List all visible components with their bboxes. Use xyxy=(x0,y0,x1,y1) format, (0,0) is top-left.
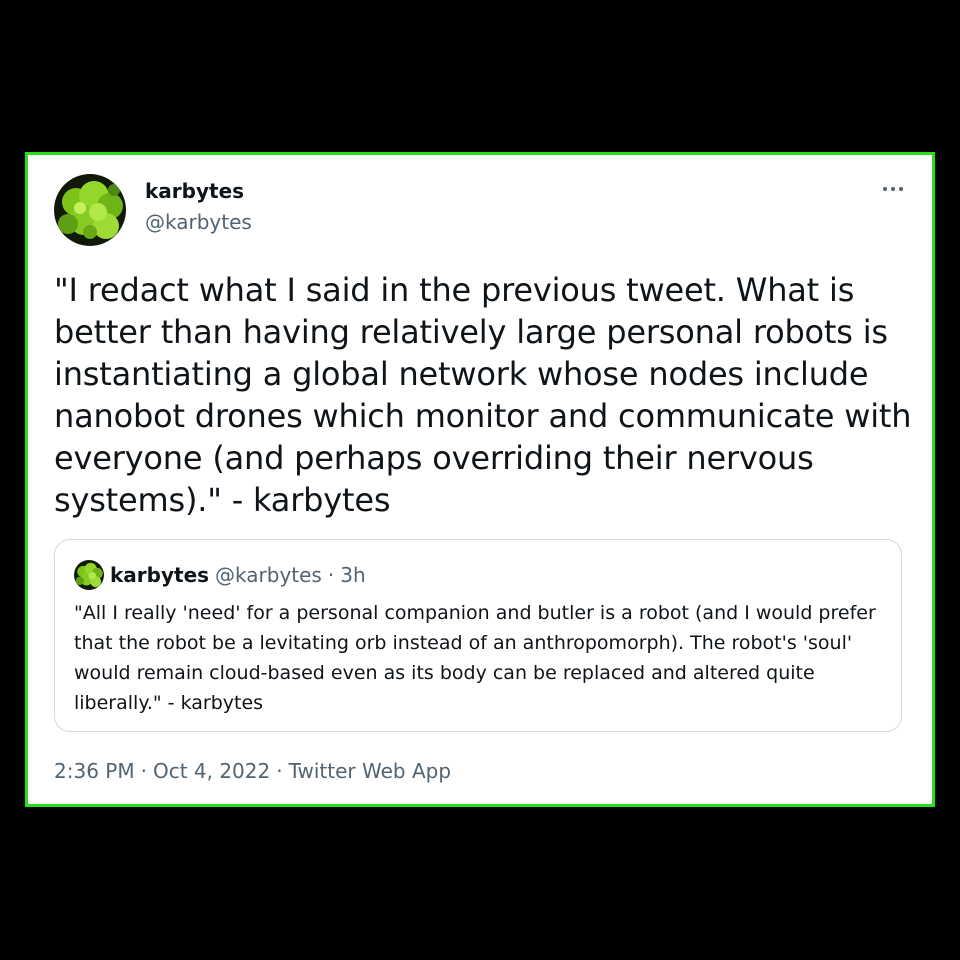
quoted-avatar[interactable] xyxy=(74,560,104,590)
separator-dot: · xyxy=(140,759,147,783)
more-dot-icon xyxy=(883,187,887,191)
quoted-handle[interactable]: @karbytes xyxy=(215,563,322,587)
tweet-text: "I redact what I said in the previous tw… xyxy=(54,271,912,519)
quoted-tweet[interactable]: karbytes @karbytes · 3h "All I really 'n… xyxy=(54,539,902,732)
avatar[interactable] xyxy=(54,174,126,246)
tweet-date[interactable]: Oct 4, 2022 xyxy=(153,759,270,783)
separator-dot: · xyxy=(276,759,283,783)
author-display-name[interactable]: karbytes xyxy=(145,179,244,203)
more-dot-icon xyxy=(891,187,895,191)
quoted-display-name[interactable]: karbytes xyxy=(110,563,209,587)
author-handle[interactable]: @karbytes xyxy=(145,210,252,234)
tweet-source-link[interactable]: Twitter Web App xyxy=(289,759,451,783)
tweet-metadata: 2:36 PM · Oct 4, 2022 · Twitter Web App xyxy=(54,759,451,783)
quoted-timestamp[interactable]: 3h xyxy=(340,563,365,587)
tweet-time[interactable]: 2:36 PM xyxy=(54,759,135,783)
broccoli-avatar-icon xyxy=(54,174,126,246)
more-options-button[interactable] xyxy=(878,179,908,199)
quoted-tweet-text: "All I really 'need' for a personal comp… xyxy=(74,602,876,714)
separator-dot: · xyxy=(327,563,335,587)
tweet-card: karbytes @karbytes "I redact what I said… xyxy=(25,152,935,807)
quoted-tweet-header: karbytes @karbytes · 3h xyxy=(74,560,366,590)
more-dot-icon xyxy=(899,187,903,191)
broccoli-avatar-icon xyxy=(74,560,104,590)
